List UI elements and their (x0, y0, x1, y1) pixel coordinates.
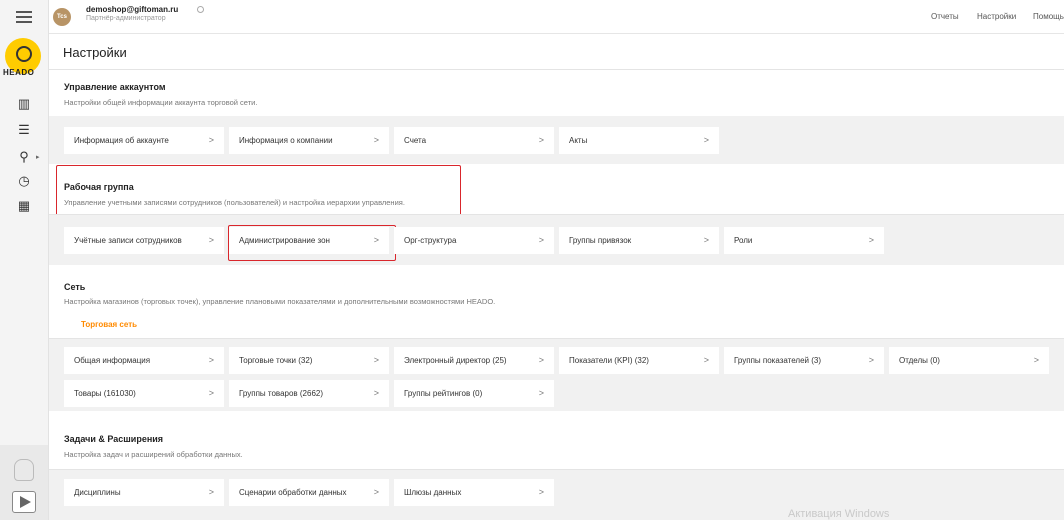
chevron-right-icon: > (208, 135, 214, 145)
chevron-right-icon: > (208, 355, 214, 365)
card-invoices[interactable]: Счета > (394, 127, 554, 154)
card-label: Товары (161030) (74, 389, 136, 398)
card-label: Орг-структура (404, 236, 457, 245)
card-stores[interactable]: Торговые точки (32) > (229, 347, 389, 374)
left-sidebar: HEADO ▥ ☰ ⚲ ▸ ◷ ▦ (0, 0, 49, 520)
chevron-right-icon: > (703, 355, 709, 365)
list-icon[interactable]: ☰ (14, 122, 34, 138)
card-product-groups[interactable]: Группы товаров (2662) > (229, 380, 389, 407)
key-icon[interactable]: ⚲ (14, 149, 34, 165)
card-acts[interactable]: Акты > (559, 127, 719, 154)
sidebar-bottom (0, 445, 48, 520)
chevron-right-icon: > (538, 388, 544, 398)
windows-activation-watermark: Активация Windows (788, 508, 890, 520)
card-label: Показатели (KPI) (32) (569, 356, 649, 365)
chevron-right-icon: > (538, 135, 544, 145)
card-products[interactable]: Товары (161030) > (64, 380, 224, 407)
chevron-right-icon: > (703, 235, 709, 245)
card-binding-groups[interactable]: Группы привязок > (559, 227, 719, 254)
section-desc-network: Настройка магазинов (торговых точек), уп… (64, 297, 496, 306)
section-desc-tasks: Настройка задач и расширений обработки д… (64, 450, 243, 459)
chevron-right-icon: > (538, 235, 544, 245)
card-label: Торговые точки (32) (239, 356, 313, 365)
card-kpi[interactable]: Показатели (KPI) (32) > (559, 347, 719, 374)
top-bar: Tcs demoshop@giftoman.ru Партнёр-админис… (49, 0, 1064, 34)
chevron-right-icon: > (868, 355, 874, 365)
chevron-right-icon: > (538, 487, 544, 497)
logo-text: HEADO (3, 68, 35, 77)
chevron-right-icon: > (373, 487, 379, 497)
card-data-scenarios[interactable]: Сценарии обработки данных > (229, 479, 389, 506)
card-general-info[interactable]: Общая информация > (64, 347, 224, 374)
calendar-icon[interactable]: ▦ (14, 198, 34, 214)
card-label: Группы товаров (2662) (239, 389, 324, 398)
card-rating-groups[interactable]: Группы рейтингов (0) > (394, 380, 554, 407)
card-label: Электронный директор (25) (404, 356, 507, 365)
card-disciplines[interactable]: Дисциплины > (64, 479, 224, 506)
card-kpi-groups[interactable]: Группы показателей (3) > (724, 347, 884, 374)
card-employee-accounts[interactable]: Учётные записи сотрудников > (64, 227, 224, 254)
card-roles[interactable]: Роли > (724, 227, 884, 254)
page-title: Настройки (63, 45, 127, 60)
card-label: Сценарии обработки данных (239, 488, 347, 497)
nav-link-reports[interactable]: Отчеты (931, 12, 959, 21)
card-label: Информация о компании (239, 136, 333, 145)
chevron-right-icon: > (208, 235, 214, 245)
nav-link-help[interactable]: Помощь (1033, 12, 1064, 21)
bar-chart-icon[interactable]: ▥ (14, 96, 34, 112)
card-label: Счета (404, 136, 427, 145)
card-org-structure[interactable]: Орг-структура > (394, 227, 554, 254)
card-label: Роли (734, 236, 753, 245)
card-label: Группы привязок (569, 236, 632, 245)
section-title-network: Сеть (64, 282, 86, 292)
section-title-account: Управление аккаунтом (64, 82, 166, 92)
clock-icon (197, 6, 204, 13)
nav-link-settings[interactable]: Настройки (977, 12, 1016, 21)
section-title-tasks: Задачи & Расширения (64, 434, 164, 444)
highlight-box-zone-admin (228, 225, 396, 261)
card-label: Шлюзы данных (404, 488, 462, 497)
card-label: Акты (569, 136, 588, 145)
highlight-box-workgroup (56, 165, 461, 217)
chevron-right-icon: > (1033, 355, 1039, 365)
card-label: Группы показателей (3) (734, 356, 821, 365)
robot-icon[interactable] (14, 459, 34, 481)
chevron-right-icon: > (868, 235, 874, 245)
avatar[interactable]: Tcs (53, 8, 71, 26)
chevron-right-icon: > (208, 487, 214, 497)
section-desc-account: Настройки общей информации аккаунта торг… (64, 98, 258, 107)
card-label: Учётные записи сотрудников (74, 236, 182, 245)
card-label: Информация об аккаунте (74, 136, 169, 145)
card-label: Общая информация (74, 356, 151, 365)
tab-retail-network[interactable]: Торговая сеть (81, 320, 137, 329)
card-company-info[interactable]: Информация о компании > (229, 127, 389, 154)
clock-icon[interactable]: ◷ (14, 173, 34, 189)
card-label: Дисциплины (74, 488, 121, 497)
play-icon[interactable] (12, 491, 36, 513)
chevron-right-icon: > (208, 388, 214, 398)
chevron-right-icon: > (373, 355, 379, 365)
account-email[interactable]: demoshop@giftoman.ru (86, 5, 178, 14)
menu-icon[interactable] (16, 11, 32, 23)
card-departments[interactable]: Отделы (0) > (889, 347, 1049, 374)
card-label: Отделы (0) (899, 356, 940, 365)
divider (49, 69, 1064, 70)
card-label: Группы рейтингов (0) (404, 389, 483, 398)
account-role: Партнёр-администратор (86, 15, 166, 22)
card-account-info[interactable]: Информация об аккаунте > (64, 127, 224, 154)
card-e-director[interactable]: Электронный директор (25) > (394, 347, 554, 374)
chevron-right-icon: > (373, 388, 379, 398)
expand-arrow-icon[interactable]: ▸ (36, 153, 40, 161)
chevron-right-icon: > (538, 355, 544, 365)
card-data-gateways[interactable]: Шлюзы данных > (394, 479, 554, 506)
chevron-right-icon: > (373, 135, 379, 145)
chevron-right-icon: > (703, 135, 709, 145)
